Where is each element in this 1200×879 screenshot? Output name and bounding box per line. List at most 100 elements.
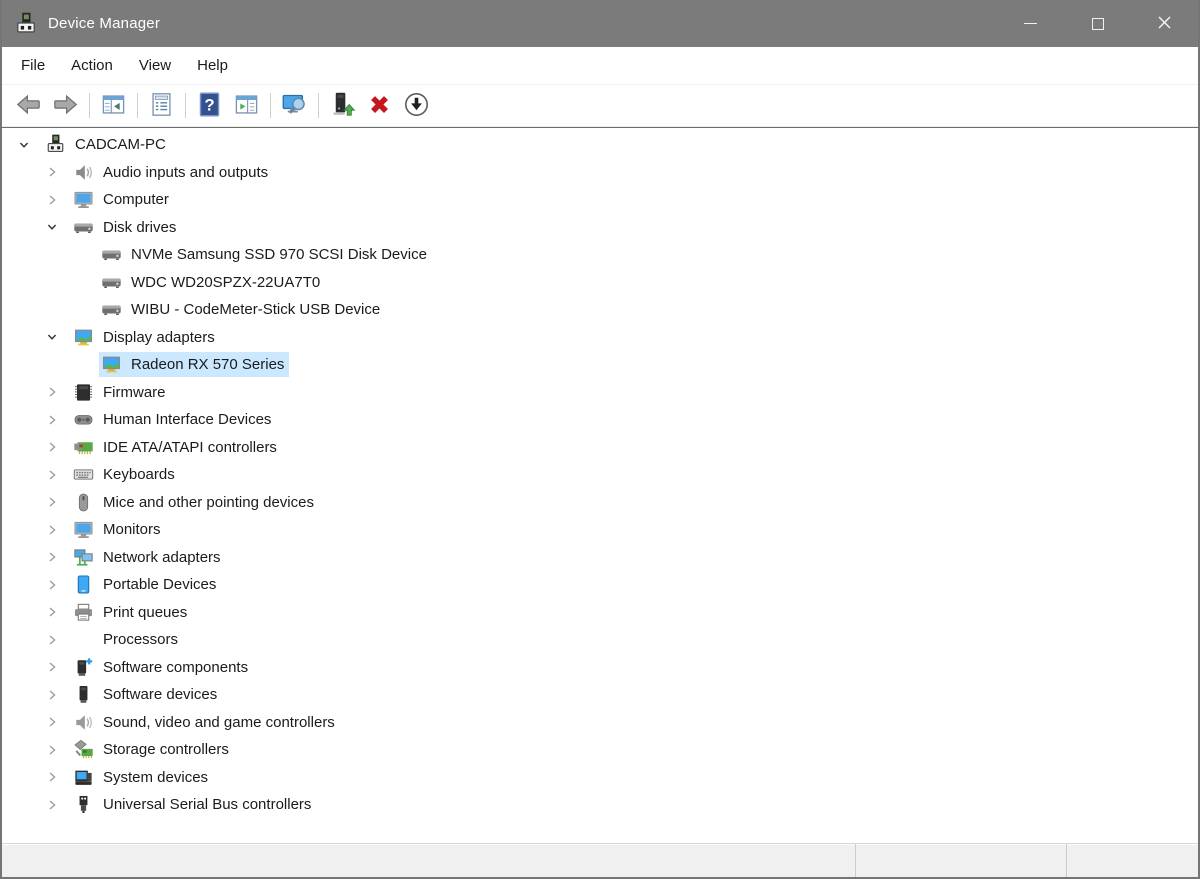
titlebar[interactable]: Device Manager bbox=[2, 0, 1198, 47]
row-content[interactable]: Mice and other pointing devices bbox=[71, 490, 319, 515]
forward-button[interactable] bbox=[47, 89, 84, 122]
chevron-right-icon[interactable] bbox=[44, 687, 60, 703]
status-pane bbox=[1066, 844, 1198, 877]
row-content[interactable]: Firmware bbox=[71, 380, 171, 405]
row-content[interactable]: Monitors bbox=[71, 517, 166, 542]
chevron-right-icon[interactable] bbox=[44, 797, 60, 813]
disable-device-button[interactable] bbox=[398, 89, 435, 122]
sound-controller-icon bbox=[73, 712, 94, 733]
row-content[interactable]: CADCAM-PC bbox=[43, 132, 171, 157]
tree-item-software-devices[interactable]: Software devices bbox=[2, 681, 1198, 709]
chevron-right-icon[interactable] bbox=[44, 742, 60, 758]
row-content[interactable]: Storage controllers bbox=[71, 737, 234, 762]
menu-help[interactable]: Help bbox=[184, 47, 241, 84]
menu-file[interactable]: File bbox=[8, 47, 58, 84]
tree-item-software-components[interactable]: Software components bbox=[2, 654, 1198, 682]
row-content[interactable]: Keyboards bbox=[71, 462, 180, 487]
row-content[interactable]: WIBU - CodeMeter-Stick USB Device bbox=[99, 297, 385, 322]
toolbar-separator bbox=[270, 93, 271, 118]
tree-item-disk-drives[interactable]: Disk drives bbox=[2, 214, 1198, 242]
tree-item-monitors[interactable]: Monitors bbox=[2, 516, 1198, 544]
chevron-right-icon[interactable] bbox=[44, 522, 60, 538]
chevron-right-icon[interactable] bbox=[44, 439, 60, 455]
row-content[interactable]: Network adapters bbox=[71, 545, 226, 570]
svg-text:?: ? bbox=[204, 95, 214, 114]
scan-hardware-changes-button[interactable] bbox=[276, 89, 313, 122]
close-button[interactable] bbox=[1131, 0, 1198, 47]
tree-item-nvme-samsung-ssd-970-scsi-disk-device[interactable]: NVMe Samsung SSD 970 SCSI Disk Device bbox=[2, 241, 1198, 269]
row-content[interactable]: Display adapters bbox=[71, 325, 220, 350]
show-action-pane-button[interactable] bbox=[228, 89, 265, 122]
row-content[interactable]: Disk drives bbox=[71, 215, 181, 240]
chevron-right-icon[interactable] bbox=[44, 659, 60, 675]
menu-action[interactable]: Action bbox=[58, 47, 126, 84]
chevron-right-icon[interactable] bbox=[44, 412, 60, 428]
properties-button[interactable] bbox=[143, 89, 180, 122]
chevron-right-icon[interactable] bbox=[44, 192, 60, 208]
row-content[interactable]: Sound, video and game controllers bbox=[71, 710, 340, 735]
tree-item-portable-devices[interactable]: Portable Devices bbox=[2, 571, 1198, 599]
row-content[interactable]: Print queues bbox=[71, 600, 192, 625]
tree-item-ide-ata-atapi-controllers[interactable]: IDE ATA/ATAPI controllers bbox=[2, 434, 1198, 462]
close-icon bbox=[1157, 15, 1172, 33]
tree-item-computer[interactable]: Computer bbox=[2, 186, 1198, 214]
show-console-tree-button[interactable] bbox=[95, 89, 132, 122]
tree-item-network-adapters[interactable]: Network adapters bbox=[2, 544, 1198, 572]
tree-item-processors[interactable]: Processors bbox=[2, 626, 1198, 654]
row-content[interactable]: Processors bbox=[71, 627, 183, 652]
tree-item-universal-serial-bus-controllers[interactable]: Universal Serial Bus controllers bbox=[2, 791, 1198, 819]
chevron-right-icon[interactable] bbox=[44, 549, 60, 565]
row-content[interactable]: Software devices bbox=[71, 682, 222, 707]
tree-item-wibu-codemeter-stick-usb-device[interactable]: WIBU - CodeMeter-Stick USB Device bbox=[2, 296, 1198, 324]
tree-item-firmware[interactable]: Firmware bbox=[2, 379, 1198, 407]
help-button[interactable]: ? bbox=[191, 89, 228, 122]
update-driver-button[interactable] bbox=[324, 89, 361, 122]
row-content[interactable]: Portable Devices bbox=[71, 572, 221, 597]
tree-item-label: Software devices bbox=[103, 686, 218, 704]
menu-view[interactable]: View bbox=[126, 47, 184, 84]
chevron-down-icon[interactable] bbox=[44, 329, 60, 345]
chevron-right-icon[interactable] bbox=[44, 604, 60, 620]
tree-item-label: Disk drives bbox=[103, 218, 177, 236]
chevron-right-icon[interactable] bbox=[44, 577, 60, 593]
row-content[interactable]: System devices bbox=[71, 765, 213, 790]
minimize-icon bbox=[1024, 23, 1037, 24]
chevron-right-icon[interactable] bbox=[44, 467, 60, 483]
row-content[interactable]: IDE ATA/ATAPI controllers bbox=[71, 435, 282, 460]
row-content[interactable]: Computer bbox=[71, 187, 174, 212]
print-queue-icon bbox=[73, 602, 94, 623]
chevron-right-icon[interactable] bbox=[44, 164, 60, 180]
chevron-right-icon[interactable] bbox=[44, 632, 60, 648]
status-bar bbox=[2, 843, 1198, 877]
tree-item-label: Human Interface Devices bbox=[103, 411, 272, 429]
chevron-right-icon[interactable] bbox=[44, 384, 60, 400]
row-content[interactable]: WDC WD20SPZX-22UA7T0 bbox=[99, 270, 325, 295]
chevron-right-icon[interactable] bbox=[44, 714, 60, 730]
row-content[interactable]: Software components bbox=[71, 655, 253, 680]
row-content[interactable]: NVMe Samsung SSD 970 SCSI Disk Device bbox=[99, 242, 432, 267]
minimize-button[interactable] bbox=[997, 0, 1064, 47]
chevron-down-icon[interactable] bbox=[44, 219, 60, 235]
tree-item-print-queues[interactable]: Print queues bbox=[2, 599, 1198, 627]
tree-item-keyboards[interactable]: Keyboards bbox=[2, 461, 1198, 489]
maximize-button[interactable] bbox=[1064, 0, 1131, 47]
chevron-down-icon[interactable] bbox=[16, 137, 32, 153]
selected-row-content[interactable]: Radeon RX 570 Series bbox=[99, 352, 290, 378]
row-content[interactable]: Universal Serial Bus controllers bbox=[71, 792, 316, 817]
tree-item-human-interface-devices[interactable]: Human Interface Devices bbox=[2, 406, 1198, 434]
tree-item-mice-and-other-pointing-devices[interactable]: Mice and other pointing devices bbox=[2, 489, 1198, 517]
tree-item-display-adapters[interactable]: Display adapters bbox=[2, 324, 1198, 352]
uninstall-device-button[interactable] bbox=[361, 89, 398, 122]
row-content[interactable]: Human Interface Devices bbox=[71, 407, 276, 432]
tree-item-cadcam-pc[interactable]: CADCAM-PC bbox=[2, 131, 1198, 159]
chevron-right-icon[interactable] bbox=[44, 494, 60, 510]
row-content[interactable]: Audio inputs and outputs bbox=[71, 160, 273, 185]
tree-item-wdc-wd20spzx-22ua7t0[interactable]: WDC WD20SPZX-22UA7T0 bbox=[2, 269, 1198, 297]
back-button[interactable] bbox=[10, 89, 47, 122]
tree-item-sound-video-and-game-controllers[interactable]: Sound, video and game controllers bbox=[2, 709, 1198, 737]
tree-item-storage-controllers[interactable]: Storage controllers bbox=[2, 736, 1198, 764]
chevron-right-icon[interactable] bbox=[44, 769, 60, 785]
tree-item-audio-inputs-and-outputs[interactable]: Audio inputs and outputs bbox=[2, 159, 1198, 187]
tree-item-radeon-rx-570-series[interactable]: Radeon RX 570 Series bbox=[2, 351, 1198, 379]
tree-item-system-devices[interactable]: System devices bbox=[2, 764, 1198, 792]
